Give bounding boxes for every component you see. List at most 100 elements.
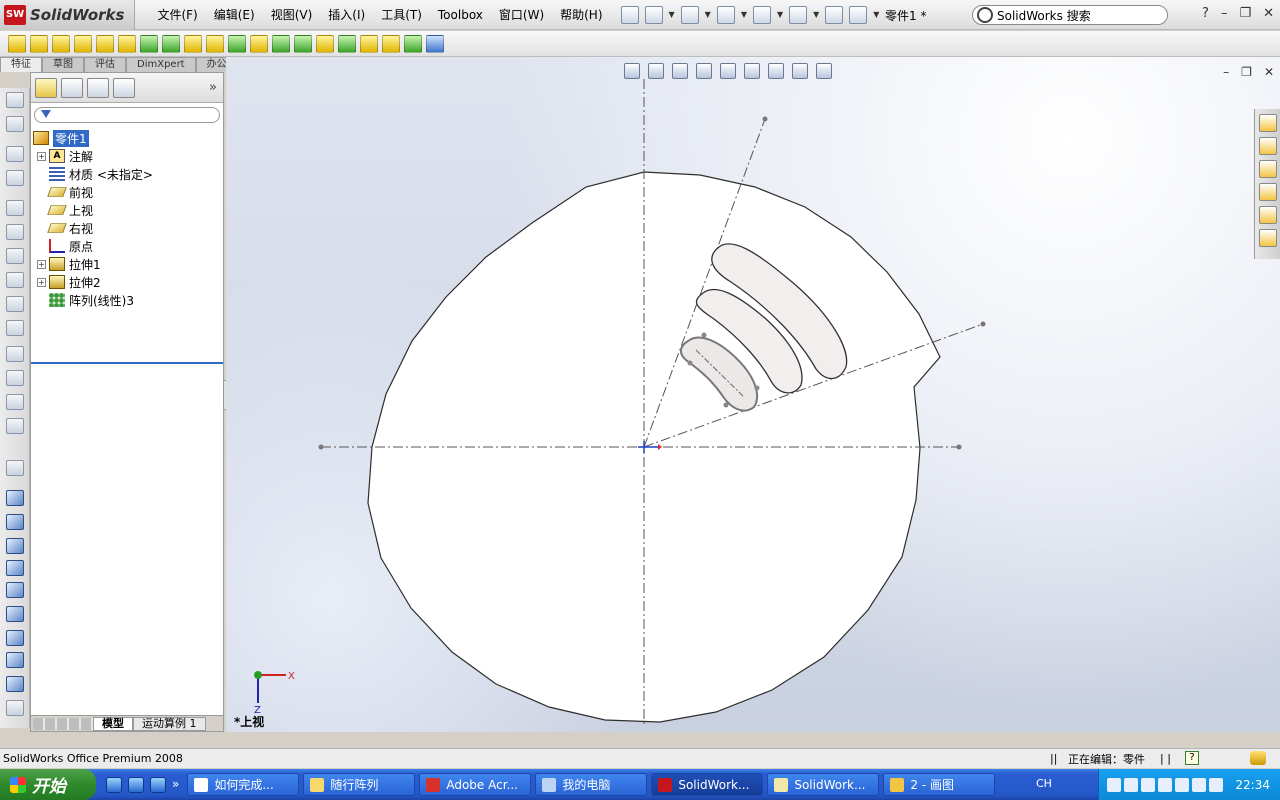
new-document-icon[interactable] bbox=[644, 5, 663, 24]
help-icon[interactable]: ? bbox=[1202, 6, 1209, 21]
print-dropdown-icon[interactable]: ▼ bbox=[777, 10, 783, 19]
tab-sketch[interactable]: 草图 bbox=[42, 57, 84, 72]
reference-geometry-icon[interactable] bbox=[382, 34, 400, 53]
instant3d-icon[interactable] bbox=[426, 34, 444, 53]
appearance-icon[interactable] bbox=[792, 63, 808, 79]
tray-icon[interactable] bbox=[1141, 777, 1155, 792]
menu-window[interactable]: 窗口(W) bbox=[491, 0, 552, 30]
tree-item-right-plane[interactable]: 右视 bbox=[31, 219, 223, 237]
tree-root[interactable]: 零件1 bbox=[31, 129, 223, 147]
sketch-point[interactable] bbox=[723, 402, 729, 408]
extruded-boss-icon[interactable] bbox=[8, 34, 26, 53]
tab-scroll-arrows[interactable] bbox=[33, 717, 93, 730]
quick-launch-more-icon[interactable]: » bbox=[172, 777, 179, 793]
print-icon[interactable] bbox=[752, 5, 771, 24]
sketch-tool-icon[interactable] bbox=[6, 320, 24, 336]
sketch-tool-icon[interactable] bbox=[6, 370, 24, 386]
expand-tabs-icon[interactable]: » bbox=[209, 80, 217, 95]
language-indicator[interactable]: CH bbox=[1036, 777, 1052, 790]
revolved-boss-icon[interactable] bbox=[30, 34, 48, 53]
expand-icon[interactable]: + bbox=[37, 277, 46, 287]
sketch-tool-icon[interactable] bbox=[6, 170, 24, 186]
revolved-cut-icon[interactable] bbox=[118, 34, 136, 53]
options-icon[interactable] bbox=[849, 5, 868, 24]
tray-icon[interactable] bbox=[1175, 777, 1189, 792]
menu-help[interactable]: 帮助(H) bbox=[552, 0, 610, 30]
tray-icon[interactable] bbox=[1158, 777, 1172, 792]
minimize-icon[interactable]: – bbox=[1221, 6, 1228, 21]
tree-item-extrude1[interactable]: + 拉伸1 bbox=[31, 255, 223, 273]
display-style-icon[interactable] bbox=[744, 63, 760, 79]
previous-view-icon[interactable] bbox=[672, 63, 688, 79]
rebuild-icon[interactable] bbox=[825, 5, 844, 24]
solidworks-resources-icon[interactable] bbox=[1259, 114, 1277, 132]
zoom-to-area-icon[interactable] bbox=[648, 63, 664, 79]
menu-view[interactable]: 视图(V) bbox=[263, 0, 321, 30]
dimetric-view-icon[interactable] bbox=[6, 676, 24, 692]
tree-item-annotations[interactable]: + A 注解 bbox=[31, 147, 223, 165]
sketch-tool-icon[interactable] bbox=[6, 394, 24, 410]
search-input[interactable]: SolidWorks 搜索 bbox=[972, 5, 1168, 25]
sketch-tool-icon[interactable] bbox=[6, 248, 24, 264]
taskbar-item-adobe[interactable]: Adobe Acr... bbox=[419, 773, 532, 796]
fillet-icon[interactable] bbox=[184, 34, 202, 53]
configuration-manager-tab-icon[interactable] bbox=[87, 77, 109, 98]
pin-icon[interactable] bbox=[620, 5, 639, 24]
tray-icon[interactable] bbox=[1192, 777, 1206, 792]
graphics-area[interactable]: – ❐ ✕ X Z *上视 bbox=[226, 57, 1280, 732]
open-dropdown-icon[interactable]: ▼ bbox=[705, 10, 711, 19]
section-view-icon[interactable] bbox=[696, 63, 712, 79]
expand-icon[interactable]: + bbox=[37, 151, 46, 161]
close-icon[interactable]: ✕ bbox=[1263, 6, 1274, 21]
menu-edit[interactable]: 编辑(E) bbox=[206, 0, 263, 30]
tree-item-origin[interactable]: 原点 bbox=[31, 237, 223, 255]
save-icon[interactable] bbox=[716, 5, 735, 24]
internet-explorer-icon[interactable] bbox=[128, 776, 144, 793]
tab-features[interactable]: 特征 bbox=[0, 57, 42, 72]
sketch-tool-icon[interactable] bbox=[6, 224, 24, 240]
dimxpert-manager-tab-icon[interactable] bbox=[113, 77, 135, 98]
doc-restore-icon[interactable]: ❐ bbox=[1241, 65, 1252, 79]
extruded-cut-icon[interactable] bbox=[96, 34, 114, 53]
undo-icon[interactable] bbox=[789, 5, 808, 24]
sketch-tool-icon[interactable] bbox=[6, 296, 24, 312]
centerline-endpoint[interactable] bbox=[318, 444, 324, 450]
tree-item-linear-pattern3[interactable]: 阵列(线性)3 bbox=[31, 291, 223, 309]
swept-cut-icon[interactable] bbox=[140, 34, 158, 53]
tray-icon[interactable] bbox=[1124, 777, 1138, 792]
centerline-endpoint[interactable] bbox=[980, 321, 986, 327]
hide-show-items-icon[interactable] bbox=[768, 63, 784, 79]
tab-evaluate[interactable]: 评估 bbox=[84, 57, 126, 72]
menu-file[interactable]: 文件(F) bbox=[149, 0, 205, 30]
tree-item-material[interactable]: 材质 <未指定> bbox=[31, 165, 223, 183]
tab-model[interactable]: 模型 bbox=[93, 716, 133, 731]
taskbar-item-my-computer[interactable]: 我的电脑 bbox=[535, 773, 648, 796]
draft-icon[interactable] bbox=[294, 34, 312, 53]
expand-icon[interactable]: + bbox=[37, 259, 46, 269]
property-manager-tab-icon[interactable] bbox=[61, 77, 83, 98]
shell-icon[interactable] bbox=[272, 34, 290, 53]
sketch-tool-icon[interactable] bbox=[6, 92, 24, 108]
centerline-endpoint[interactable] bbox=[762, 116, 768, 122]
rollback-bar[interactable] bbox=[31, 362, 223, 364]
sketch-tool-icon[interactable] bbox=[6, 116, 24, 132]
menu-insert[interactable]: 插入(I) bbox=[320, 0, 373, 30]
appearances-icon[interactable] bbox=[1259, 229, 1277, 247]
dome-icon[interactable] bbox=[316, 34, 334, 53]
tree-item-top-plane[interactable]: 上视 bbox=[31, 201, 223, 219]
curves-icon[interactable] bbox=[404, 34, 422, 53]
trimetric-view-icon[interactable] bbox=[6, 652, 24, 668]
sketch-tool-icon[interactable] bbox=[6, 146, 24, 162]
lofted-cut-icon[interactable] bbox=[162, 34, 180, 53]
search-results-icon[interactable] bbox=[1259, 183, 1277, 201]
open-icon[interactable] bbox=[680, 5, 699, 24]
options-dropdown-icon[interactable]: ▼ bbox=[873, 10, 879, 19]
sketch-point[interactable] bbox=[701, 332, 707, 338]
taskbar-item-folder[interactable]: 随行阵列 bbox=[303, 773, 416, 796]
left-view-icon[interactable] bbox=[6, 538, 24, 554]
hole-wizard-icon[interactable] bbox=[360, 34, 378, 53]
linear-pattern-icon[interactable] bbox=[228, 34, 246, 53]
view-settings-icon[interactable] bbox=[816, 63, 832, 79]
tab-dimxpert[interactable]: DimXpert bbox=[126, 57, 196, 72]
undo-dropdown-icon[interactable]: ▼ bbox=[813, 10, 819, 19]
